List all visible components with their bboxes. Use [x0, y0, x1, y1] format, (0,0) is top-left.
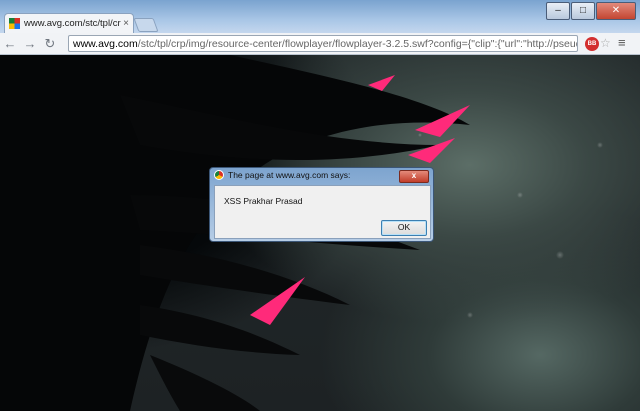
- forward-arrow-icon[interactable]: →: [20, 36, 40, 51]
- tab-title: www.avg.com/stc/tpl/crp: [24, 18, 122, 29]
- maximize-button[interactable]: □: [571, 2, 595, 20]
- address-bar[interactable]: www.avg.com/stc/tpl/crp/img/resource-cen…: [68, 35, 578, 52]
- bookmark-star-icon[interactable]: ☆: [600, 36, 611, 50]
- browser-tab[interactable]: www.avg.com/stc/tpl/crp ×: [4, 13, 134, 33]
- avg-favicon-icon: [9, 18, 20, 29]
- extension-badge-icon[interactable]: BB: [585, 37, 599, 51]
- ok-button[interactable]: OK: [381, 220, 427, 236]
- chrome-logo-icon: [214, 170, 224, 180]
- back-arrow-icon[interactable]: ←: [0, 36, 20, 51]
- chrome-menu-icon[interactable]: ≡: [618, 35, 626, 50]
- minimize-button[interactable]: –: [546, 2, 570, 20]
- url-host: www.avg.com: [73, 38, 138, 50]
- browser-toolbar: ← → ↻ www.avg.com/stc/tpl/crp/img/resour…: [0, 33, 640, 55]
- new-tab-button[interactable]: [133, 18, 159, 32]
- reload-icon[interactable]: ↻: [40, 36, 60, 52]
- browser-titlebar: www.avg.com/stc/tpl/crp × – □ ✕: [0, 0, 640, 33]
- close-window-button[interactable]: ✕: [596, 2, 636, 20]
- window-controls: – □ ✕: [546, 2, 636, 20]
- dialog-body: XSS Prakhar Prasad OK: [214, 185, 431, 239]
- dialog-message: XSS Prakhar Prasad: [224, 196, 303, 206]
- alert-dialog: The page at www.avg.com says: x XSS Prak…: [209, 167, 434, 242]
- dialog-title: The page at www.avg.com says:: [228, 170, 351, 180]
- dialog-titlebar: The page at www.avg.com says: x: [210, 168, 433, 183]
- tab-close-icon[interactable]: ×: [123, 18, 129, 29]
- dialog-close-button[interactable]: x: [399, 169, 429, 183]
- flowplayer-content[interactable]: The page at www.avg.com says: x XSS Prak…: [0, 55, 640, 411]
- url-path: /stc/tpl/crp/img/resource-center/flowpla…: [137, 38, 578, 50]
